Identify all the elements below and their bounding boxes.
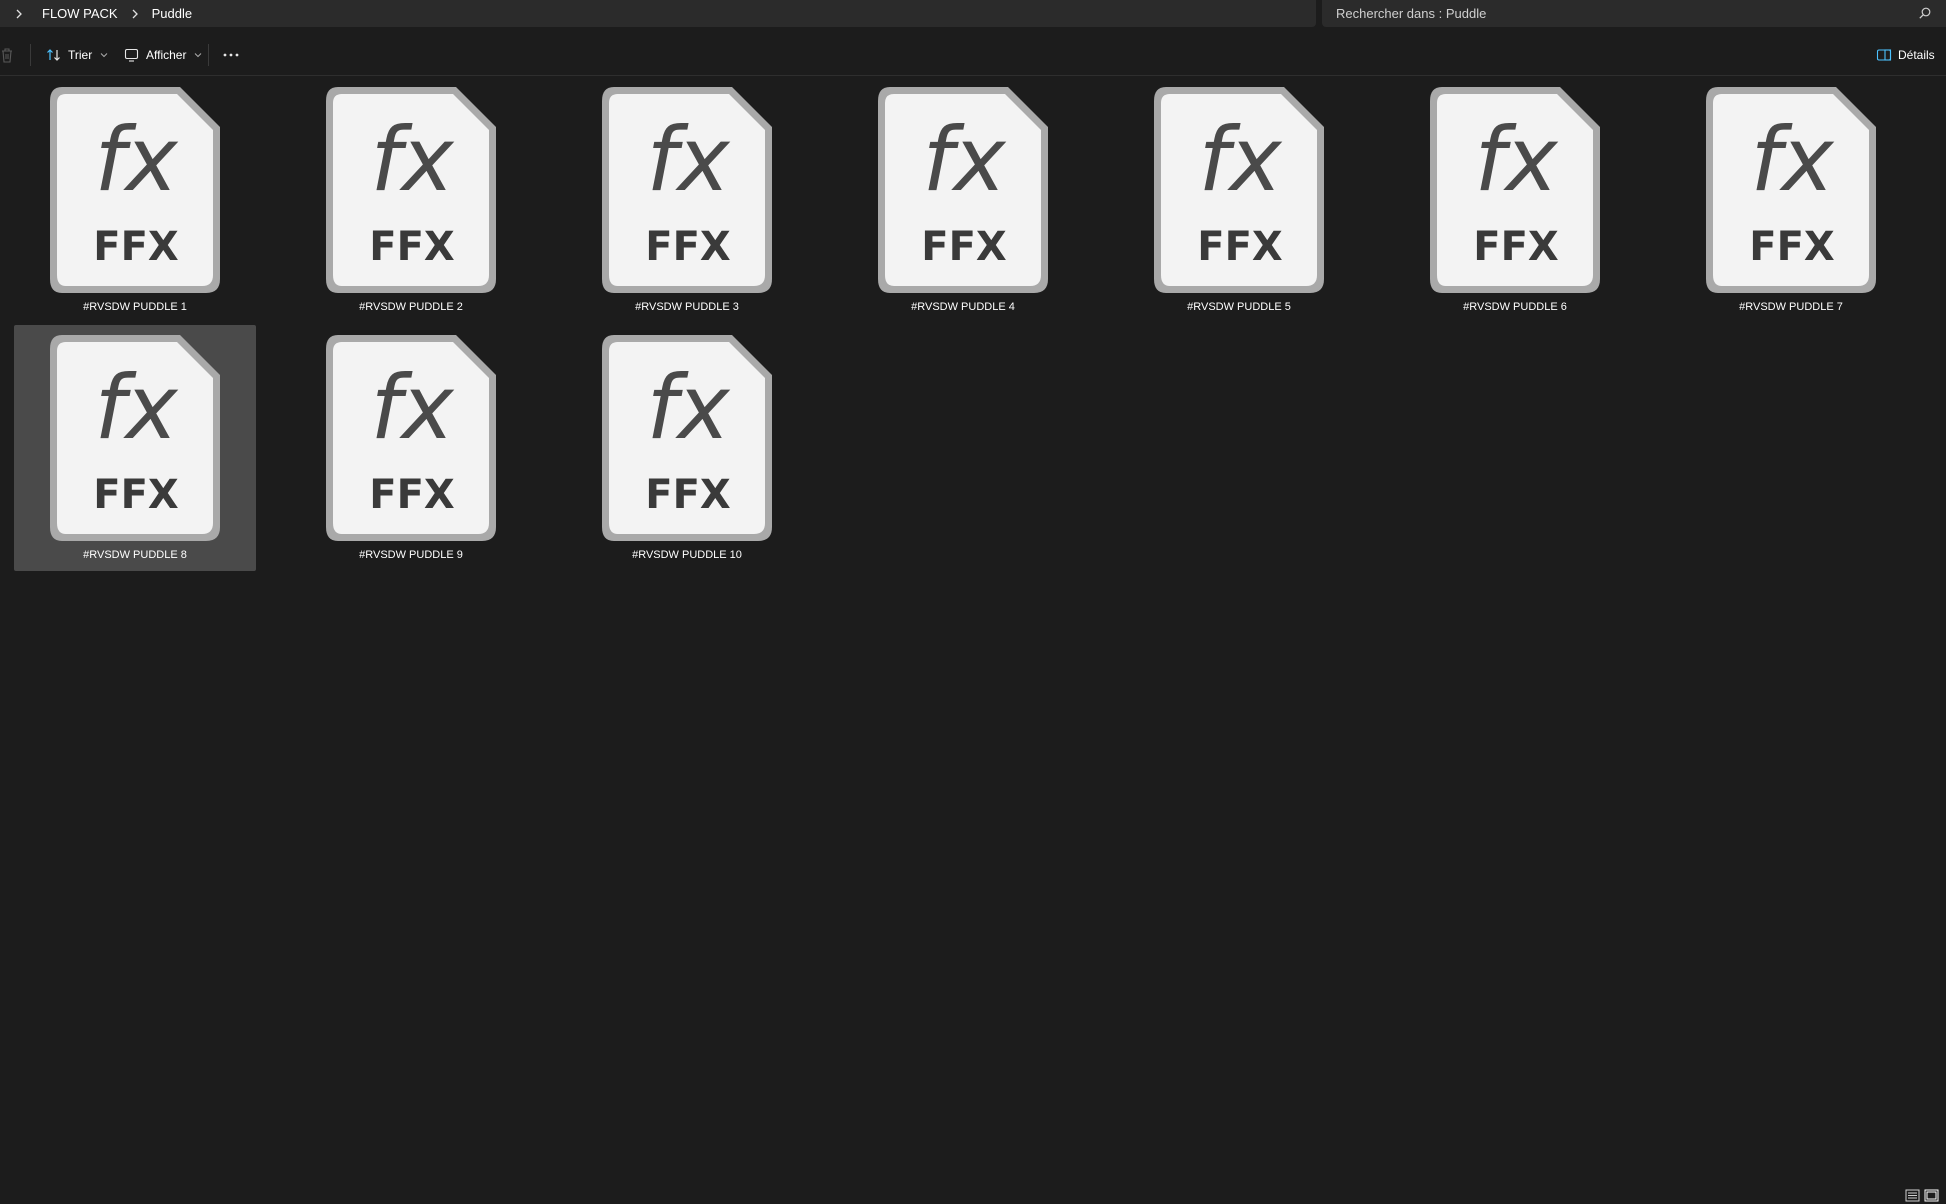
file-item[interactable]: fx FFX #RVSDW PUDDLE 10 <box>566 325 808 571</box>
ffx-file-icon: fx FFX <box>326 87 496 293</box>
more-options-button[interactable] <box>216 43 246 67</box>
breadcrumb-item-puddle[interactable]: Puddle <box>152 6 192 21</box>
file-extension: FFX <box>1749 224 1835 270</box>
file-extension: FFX <box>1473 224 1559 270</box>
ffx-file-icon: fx FFX <box>1154 87 1324 293</box>
ffx-file-icon: fx FFX <box>878 87 1048 293</box>
ffx-file-icon: fx FFX <box>602 335 772 541</box>
search-input[interactable]: Rechercher dans : Puddle <box>1322 0 1946 27</box>
ffx-file-icon: fx FFX <box>326 335 496 541</box>
details-pane-icon <box>1876 49 1892 61</box>
address-bar: FLOW PACK Puddle Rechercher dans : Puddl… <box>0 0 1946 34</box>
details-view-icon[interactable] <box>1905 1189 1920 1202</box>
trash-icon[interactable] <box>0 47 14 63</box>
fx-glyph: fx <box>94 356 178 459</box>
file-item[interactable]: fx FFX #RVSDW PUDDLE 4 <box>842 77 1084 323</box>
fx-glyph: fx <box>646 356 730 459</box>
file-name: #RVSDW PUDDLE 7 <box>1739 301 1843 313</box>
view-label: Afficher <box>146 48 187 62</box>
file-extension: FFX <box>369 224 455 270</box>
command-bar: Trier Afficher Détails <box>0 34 1946 76</box>
file-extension: FFX <box>645 224 731 270</box>
file-item[interactable]: fx FFX #RVSDW PUDDLE 3 <box>566 77 808 323</box>
file-grid: fx FFX #RVSDW PUDDLE 1 fx FFX #RVSDW PUDDLE 2… <box>0 77 1946 1187</box>
ffx-file-icon: fx FFX <box>602 87 772 293</box>
ffx-file-icon: fx FFX <box>50 87 220 293</box>
view-button[interactable]: Afficher <box>118 43 208 67</box>
search-icon[interactable] <box>1918 6 1932 20</box>
file-name: #RVSDW PUDDLE 2 <box>359 301 463 313</box>
file-item[interactable]: fx FFX #RVSDW PUDDLE 5 <box>1118 77 1360 323</box>
breadcrumb[interactable]: FLOW PACK Puddle <box>0 0 1316 27</box>
fx-glyph: fx <box>1474 108 1558 211</box>
status-bar <box>0 1187 1946 1204</box>
file-extension: FFX <box>1197 224 1283 270</box>
chevron-down-icon <box>195 53 202 58</box>
fx-glyph: fx <box>922 108 1006 211</box>
details-label: Détails <box>1898 48 1935 62</box>
file-name: #RVSDW PUDDLE 9 <box>359 549 463 561</box>
monitor-icon <box>124 48 139 62</box>
fx-glyph: fx <box>646 108 730 211</box>
file-extension: FFX <box>369 472 455 518</box>
sort-icon <box>47 49 60 61</box>
file-name: #RVSDW PUDDLE 6 <box>1463 301 1567 313</box>
chevron-down-icon <box>100 53 108 58</box>
chevron-right-icon[interactable] <box>14 9 24 19</box>
file-extension: FFX <box>921 224 1007 270</box>
breadcrumb-item-flow-pack[interactable]: FLOW PACK <box>42 6 118 21</box>
fx-glyph: fx <box>94 108 178 211</box>
file-item[interactable]: fx FFX #RVSDW PUDDLE 1 <box>14 77 256 323</box>
file-name: #RVSDW PUDDLE 4 <box>911 301 1015 313</box>
fx-glyph: fx <box>370 108 454 211</box>
sort-label: Trier <box>68 48 93 62</box>
file-name: #RVSDW PUDDLE 5 <box>1187 301 1291 313</box>
file-name: #RVSDW PUDDLE 3 <box>635 301 739 313</box>
sort-button[interactable]: Trier <box>40 43 114 67</box>
ffx-file-icon: fx FFX <box>1430 87 1600 293</box>
toolbar-divider <box>30 44 31 66</box>
file-item[interactable]: fx FFX #RVSDW PUDDLE 9 <box>290 325 532 571</box>
search-placeholder: Rechercher dans : Puddle <box>1336 6 1487 21</box>
file-extension: FFX <box>93 224 179 270</box>
toolbar-divider <box>208 44 209 66</box>
chevron-right-icon[interactable] <box>130 9 140 19</box>
file-extension: FFX <box>645 472 731 518</box>
more-icon <box>223 53 239 57</box>
file-name: #RVSDW PUDDLE 10 <box>632 549 742 561</box>
file-item[interactable]: fx FFX #RVSDW PUDDLE 6 <box>1394 77 1636 323</box>
details-button[interactable]: Détails <box>1870 43 1941 67</box>
fx-glyph: fx <box>370 356 454 459</box>
file-name: #RVSDW PUDDLE 1 <box>83 301 187 313</box>
file-item[interactable]: fx FFX #RVSDW PUDDLE 7 <box>1670 77 1912 323</box>
fx-glyph: fx <box>1198 108 1282 211</box>
ffx-file-icon: fx FFX <box>1706 87 1876 293</box>
ffx-file-icon: fx FFX <box>50 335 220 541</box>
fx-glyph: fx <box>1750 108 1834 211</box>
file-item[interactable]: fx FFX #RVSDW PUDDLE 8 <box>14 325 256 571</box>
file-item[interactable]: fx FFX #RVSDW PUDDLE 2 <box>290 77 532 323</box>
file-name: #RVSDW PUDDLE 8 <box>83 549 187 561</box>
file-extension: FFX <box>93 472 179 518</box>
large-icons-view-icon[interactable] <box>1924 1189 1939 1202</box>
